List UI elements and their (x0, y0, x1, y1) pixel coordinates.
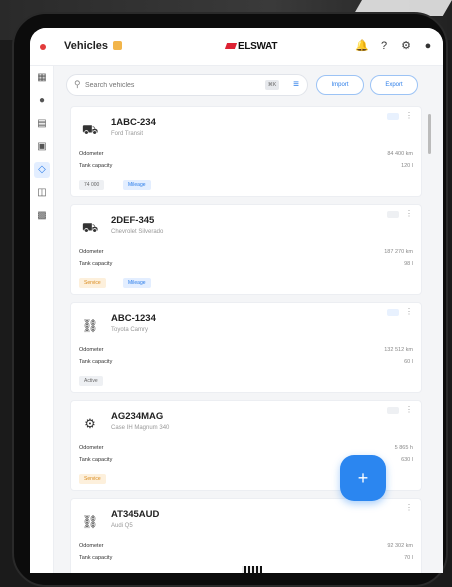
dashboard-icon[interactable]: ▦ (34, 70, 50, 86)
chart-icon[interactable]: ▩ (34, 208, 50, 224)
car-icon: ⛓ (81, 318, 99, 333)
vehicle-card[interactable]: ⛓ ABC-1234 Toyota Camry ⋮ Odometer 132 5… (70, 302, 422, 393)
filter-icon[interactable]: ≡ (293, 79, 299, 90)
vehicle-model: Case IH Magnum 340 (111, 425, 170, 431)
add-vehicle-button[interactable]: + (340, 455, 386, 501)
notification-badge (113, 41, 122, 50)
import-button[interactable]: Import (316, 75, 364, 95)
status-tag (387, 211, 399, 218)
vehicle-model: Ford Transit (111, 131, 144, 137)
more-icon[interactable]: ⋮ (405, 503, 413, 512)
settings-icon[interactable]: ⚙ (399, 39, 413, 53)
search-bar: ⚲ ⌘K ≡ (66, 74, 308, 96)
vehicle-name: AT345AUD (111, 509, 160, 520)
search-icon: ⚲ (74, 79, 81, 89)
tank-label: Tank capacity (79, 555, 113, 561)
tank-label: Tank capacity (79, 261, 113, 267)
car-icon: ⛓ (81, 514, 99, 529)
logo-text: ELSWAT (238, 41, 278, 52)
tank-value: 70 l (404, 555, 413, 561)
user-icon[interactable]: ● (34, 93, 50, 109)
odometer-label: Odometer (79, 543, 104, 549)
scroll-thumb[interactable] (428, 114, 431, 154)
odometer-label: Odometer (79, 151, 104, 157)
car-icon[interactable]: ◇ (34, 162, 50, 178)
vehicle-model: Audi Q5 (111, 523, 133, 529)
calendar-icon[interactable]: ▣ (34, 139, 50, 155)
odometer-value: 187 270 km (384, 249, 413, 255)
truck-icon: ⛟ (81, 220, 99, 235)
odometer-value: 132 512 km (384, 347, 413, 353)
vehicle-name: 1ABC-234 (111, 117, 156, 128)
more-icon[interactable]: ⋮ (405, 111, 413, 120)
status-tag (387, 309, 399, 316)
info-chip: Active (79, 376, 103, 386)
vehicle-card[interactable]: ⛟ 2DEF-345 Chevrolet Silverado ⋮ Odomete… (70, 204, 422, 295)
info-chip: Service (79, 278, 106, 288)
export-button[interactable]: Export (370, 75, 418, 95)
info-chip: Service (79, 474, 106, 484)
help-icon[interactable]: ? (377, 39, 391, 53)
document-icon[interactable]: ▤ (34, 116, 50, 132)
tank-value: 120 l (401, 163, 413, 169)
tank-label: Tank capacity (79, 457, 113, 463)
odometer-value: 5 865 h (394, 445, 413, 451)
more-icon[interactable]: ⋮ (405, 307, 413, 316)
status-tag (387, 113, 399, 120)
tank-value: 60 l (404, 359, 413, 365)
search-input[interactable] (85, 78, 245, 93)
vehicle-model: Chevrolet Silverado (111, 229, 164, 235)
odometer-label: Odometer (79, 347, 104, 353)
tank-label: Tank capacity (79, 163, 113, 169)
more-icon[interactable]: ⋮ (405, 209, 413, 218)
tractor-icon: ⚙ (84, 416, 96, 431)
stand-mark (242, 566, 262, 573)
tank-value: 630 l (401, 457, 413, 463)
vehicle-card[interactable]: ⛓ AT345AUD Audi Q5 ⋮ Odometer 92 302 km … (70, 498, 422, 573)
book-icon[interactable]: ◫ (34, 185, 50, 201)
account-icon[interactable]: ● (421, 39, 435, 53)
sidebar: ▦ ● ▤ ▣ ◇ ◫ ▩ (30, 66, 54, 573)
menu-icon[interactable] (40, 44, 46, 50)
more-icon[interactable]: ⋮ (405, 405, 413, 414)
truck-icon: ⛟ (81, 122, 99, 137)
odometer-label: Odometer (79, 249, 104, 255)
vehicle-model: Toyota Camry (111, 327, 149, 333)
page-title: Vehicles (64, 40, 109, 52)
app-logo: ELSWAT (224, 41, 278, 52)
vehicle-name: 2DEF-345 (111, 215, 155, 226)
info-chip: 74 000 (79, 180, 105, 190)
vehicle-name: AG234MAG (111, 411, 164, 422)
tank-value: 98 l (404, 261, 413, 267)
top-bar: Vehicles ELSWAT 🔔 ? ⚙ ● (30, 28, 443, 66)
status-tag (387, 407, 399, 414)
vehicle-name: ABC-1234 (111, 313, 156, 324)
scrollbar[interactable] (427, 106, 432, 573)
vehicle-card[interactable]: ⛟ 1ABC-234 Ford Transit ⋮ Odometer 84 40… (70, 106, 422, 197)
info-chip: Mileage (123, 180, 151, 190)
vehicle-list: ⛟ 1ABC-234 Ford Transit ⋮ Odometer 84 40… (70, 106, 422, 573)
odometer-label: Odometer (79, 445, 104, 451)
odometer-value: 92 302 km (387, 543, 413, 549)
shortcut-badge: ⌘K (265, 80, 279, 90)
bell-icon[interactable]: 🔔 (355, 39, 369, 53)
info-chip: Mileage (123, 278, 151, 288)
odometer-value: 84 400 km (387, 151, 413, 157)
tank-label: Tank capacity (79, 359, 113, 365)
